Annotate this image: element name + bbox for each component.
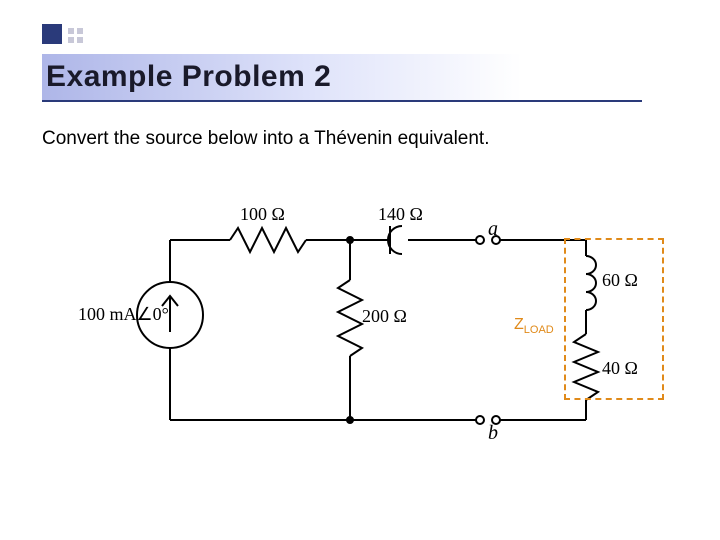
title-bar: Example Problem 2 (42, 54, 642, 102)
accent-dots (68, 28, 83, 43)
source-label: 100 mA∠0° (78, 304, 169, 325)
zload-box (564, 238, 664, 400)
r-mid-label: 200 Ω (362, 306, 407, 327)
zload-label: ZLOAD (514, 316, 554, 336)
r-top-left-label: 100 Ω (240, 204, 285, 225)
zload-main: Z (514, 316, 524, 333)
slide-title: Example Problem 2 (46, 60, 331, 94)
problem-statement: Convert the source below into a Thévenin… (42, 128, 489, 150)
load-branch: 60 Ω 40 Ω ZLOAD (466, 200, 666, 460)
zload-sub: LOAD (524, 324, 554, 336)
accent-square (42, 24, 62, 44)
c-top-right-label: 140 Ω (378, 204, 423, 225)
circuit-diagram: 100 mA∠0° 100 Ω 140 Ω 200 Ω a b (110, 200, 610, 460)
